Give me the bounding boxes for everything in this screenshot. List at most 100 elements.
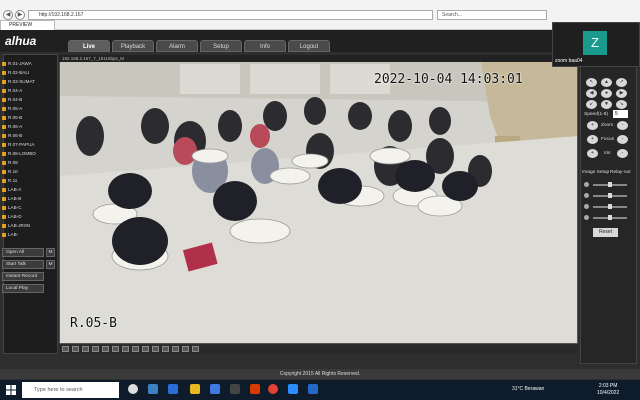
camera-list-item[interactable]: R.04-A	[2, 87, 52, 94]
camera-label: R.02-BALI	[8, 70, 30, 75]
camera-list-item[interactable]: R.10	[2, 168, 52, 175]
camera-list-item[interactable]: R.07-PAPUA	[2, 141, 52, 148]
layout-9-icon[interactable]	[92, 346, 99, 352]
focus-in-button[interactable]: +	[587, 135, 598, 144]
focus-out-button[interactable]: -	[617, 135, 628, 144]
back-icon[interactable]: ◀	[3, 10, 13, 20]
stream-info-bar: 192.168.2.167_7_18116bps_M	[59, 55, 578, 62]
camera-list-item[interactable]: R.05-B	[2, 114, 52, 121]
open-all-button[interactable]: Open All	[2, 248, 44, 257]
ptz-up-icon[interactable]: ▲	[601, 78, 612, 87]
layout-8-icon[interactable]	[82, 346, 89, 352]
camera-label: LAB-	[8, 232, 19, 237]
chrome-icon[interactable]	[268, 384, 278, 394]
camera-icon	[2, 106, 6, 111]
office-icon[interactable]	[250, 384, 260, 394]
start-talk-button[interactable]: Start Talk	[2, 260, 44, 269]
image-setup-tab[interactable]: Image Setup	[582, 170, 609, 175]
taskbar-search-input[interactable]: Type here to search	[22, 382, 119, 398]
hue-slider-knob[interactable]	[608, 215, 612, 220]
iris-label: Iris	[604, 151, 611, 156]
camera-icon	[2, 214, 6, 219]
record-icon[interactable]	[152, 346, 159, 352]
reset-button[interactable]: Reset	[593, 228, 618, 237]
camera-list-item[interactable]: R.08-LOMBO	[2, 150, 52, 157]
camera-list-item[interactable]: R.04-B	[2, 96, 52, 103]
camera-label: R.11	[8, 178, 18, 183]
edge-icon[interactable]	[168, 384, 178, 394]
layout-36-icon[interactable]	[122, 346, 129, 352]
instant-record-button[interactable]: Instant Record	[2, 272, 44, 281]
camera-list-item[interactable]: R.06-B	[2, 132, 52, 139]
local-play-button[interactable]: Local Play	[2, 284, 44, 293]
camera-list-item[interactable]: R.09	[2, 159, 52, 166]
camera-label: R.07-PAPUA	[8, 142, 35, 147]
camera-list-item[interactable]: R.02-BALI	[2, 69, 52, 76]
camera-label: R.04-B	[8, 97, 23, 102]
camera-list-item[interactable]: LAB-D	[2, 213, 52, 220]
browser-tab[interactable]: PREVIEW	[0, 20, 55, 30]
contrast-icon	[584, 193, 589, 198]
browser-search-input[interactable]: Search...	[437, 10, 547, 20]
ptz-down-left-icon[interactable]: ↙	[586, 100, 597, 109]
file-explorer-icon[interactable]	[190, 384, 200, 394]
camera-list-item[interactable]: LAB-B	[2, 195, 52, 202]
ptz-up-right-icon[interactable]: ↗	[616, 78, 627, 87]
brightness-slider-knob[interactable]	[608, 182, 612, 187]
layout-4-icon[interactable]	[72, 346, 79, 352]
ptz-up-left-icon[interactable]: ↖	[586, 78, 597, 87]
ptz-right-icon[interactable]: ▶	[616, 89, 627, 98]
weather-widget[interactable]: 31°C Berawan	[512, 386, 544, 392]
camera-list-item[interactable]: LAB-A	[2, 186, 52, 193]
tab-playback[interactable]: Playback	[112, 40, 154, 52]
mail-icon[interactable]	[210, 384, 220, 394]
camera-list-item[interactable]: R.03-SUMAT	[2, 78, 52, 85]
system-clock[interactable]: 2:03 PM 10/4/2022	[597, 383, 619, 397]
fullscreen-icon[interactable]	[132, 346, 139, 352]
tab-logout[interactable]: Logout	[288, 40, 330, 52]
ptz-down-icon[interactable]: ▼	[601, 100, 612, 109]
camera-list-item[interactable]: LAB-	[2, 231, 52, 238]
tab-info[interactable]: Info	[244, 40, 286, 52]
ratio-icon[interactable]	[172, 346, 179, 352]
open-all-menu-button[interactable]: M	[46, 248, 55, 257]
camera-list-item[interactable]: R.01-JAWA	[2, 60, 52, 67]
zoom-in-button[interactable]: +	[587, 121, 598, 130]
layout-25-icon[interactable]	[112, 346, 119, 352]
layout-16-icon[interactable]	[102, 346, 109, 352]
saturation-slider-knob[interactable]	[608, 204, 612, 209]
camera-list-item[interactable]: LAB-C	[2, 204, 52, 211]
start-talk-menu-button[interactable]: M	[46, 260, 55, 269]
ptz-center-icon[interactable]: ●	[601, 89, 612, 98]
zoom-app-icon[interactable]	[288, 384, 298, 394]
tab-setup[interactable]: Setup	[200, 40, 242, 52]
address-bar[interactable]: http://192.168.2.167	[28, 10, 433, 20]
iris-close-button[interactable]: -	[617, 149, 628, 158]
ptz-down-right-icon[interactable]: ↘	[616, 100, 627, 109]
forward-icon[interactable]: ▶	[15, 10, 25, 20]
live-video-view[interactable]	[59, 55, 578, 344]
camera-list-item[interactable]: LAB-JRSN	[2, 222, 52, 229]
camera-label: R.09	[8, 160, 18, 165]
speed-select[interactable]: 5	[613, 110, 628, 118]
snapshot-icon[interactable]	[142, 346, 149, 352]
windows-start-icon[interactable]	[6, 385, 16, 395]
cortana-icon[interactable]	[128, 384, 138, 394]
camera-list-item[interactable]: R.11	[2, 177, 52, 184]
camera-list-item[interactable]: R.05-A	[2, 105, 52, 112]
zoom-out-button[interactable]: -	[617, 121, 628, 130]
fluency-icon[interactable]	[182, 346, 189, 352]
relay-out-tab[interactable]: Relay-out	[610, 170, 631, 175]
task-view-icon[interactable]	[148, 384, 158, 394]
tab-alarm[interactable]: Alarm	[156, 40, 198, 52]
word-icon[interactable]	[308, 384, 318, 394]
close-all-icon[interactable]	[192, 346, 199, 352]
contrast-slider-knob[interactable]	[608, 193, 612, 198]
store-icon[interactable]	[230, 384, 240, 394]
ptz-left-icon[interactable]: ◀	[586, 89, 597, 98]
layout-1-icon[interactable]	[62, 346, 69, 352]
camera-list-item[interactable]: R.06-A	[2, 123, 52, 130]
iris-open-button[interactable]: +	[587, 149, 598, 158]
tab-live[interactable]: Live	[68, 40, 110, 52]
audio-icon[interactable]	[162, 346, 169, 352]
